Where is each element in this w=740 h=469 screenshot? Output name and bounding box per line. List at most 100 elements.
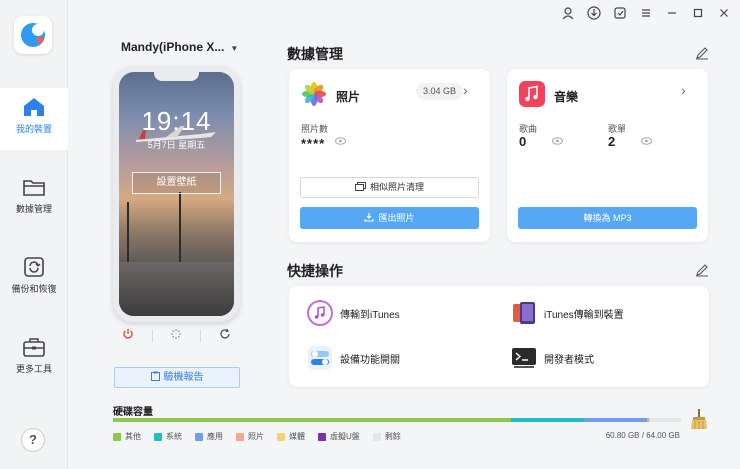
photos-card: 照片 3.04 GB › 照片數 **** 相似照片清理 匯出照片 <box>289 69 490 242</box>
window-controls <box>560 6 732 22</box>
itunes-icon <box>307 300 333 326</box>
similar-photos-button[interactable]: 相似照片清理 <box>300 177 479 198</box>
sidebar-item-data-management[interactable]: 數據管理 <box>0 168 68 230</box>
broom-icon[interactable] <box>689 408 709 430</box>
sidebar: 我的裝置 數據管理 備份和恢復 更多工具 ? <box>0 0 68 469</box>
set-wallpaper-button[interactable]: 設置壁紙 <box>132 172 221 194</box>
legend-item: 照片 <box>236 431 264 442</box>
eye-icon[interactable] <box>335 137 346 145</box>
photos-title: 照片 <box>336 90 361 104</box>
storage-segment <box>510 418 585 422</box>
edit-icon[interactable] <box>695 46 709 60</box>
eye-icon[interactable] <box>552 137 563 145</box>
similar-photos-label: 相似照片清理 <box>369 182 424 192</box>
legend-label: 其他 <box>125 432 141 441</box>
device-selector[interactable]: Mandy(iPhone X... ▼ <box>121 40 238 54</box>
backup-restore-icon <box>24 257 44 277</box>
close-icon[interactable] <box>716 6 732 22</box>
devices-icon <box>513 302 535 324</box>
storage-bar <box>113 418 681 422</box>
sidebar-item-my-device[interactable]: 我的裝置 <box>0 88 68 150</box>
sidebar-item-more-tools[interactable]: 更多工具 <box>0 328 68 390</box>
sidebar-item-label: 我的裝置 <box>15 124 52 134</box>
playlists-value: 2 <box>608 134 616 149</box>
legend-item: 系統 <box>154 431 182 442</box>
loading-icon[interactable] <box>170 328 182 343</box>
storage-used-text: 60.80 GB / 64.00 GB <box>605 431 680 440</box>
quick-developer-mode[interactable]: 開發者模式 <box>511 345 594 371</box>
legend-swatch <box>113 432 121 441</box>
divider <box>200 329 202 342</box>
photos-app-icon <box>301 81 327 107</box>
maximize-icon[interactable] <box>690 6 706 22</box>
account-icon[interactable] <box>560 6 576 22</box>
sidebar-item-label: 更多工具 <box>15 364 52 374</box>
music-app-icon <box>519 81 545 107</box>
folder-icon <box>23 180 45 196</box>
music-card: 音樂 › 歌曲 0 歌單 2 轉換為 MP3 <box>507 69 708 242</box>
quick-item-label: 傳輸到iTunes <box>340 309 400 321</box>
storage-segment <box>113 418 511 422</box>
legend-swatch <box>318 432 326 441</box>
lock-screen: 19:14 5月7日 星期五 設置壁紙 <box>119 72 234 316</box>
legend-item: 其他 <box>113 431 141 442</box>
legend-swatch <box>277 432 285 441</box>
music-title: 音樂 <box>554 90 579 104</box>
device-name-label: Mandy(iPhone X... <box>121 40 225 54</box>
sidebar-item-label: 備份和恢復 <box>11 284 57 294</box>
edit-icon[interactable] <box>695 263 709 277</box>
refresh-icon[interactable] <box>219 328 231 343</box>
export-icon <box>364 213 375 222</box>
download-icon[interactable] <box>586 6 602 22</box>
export-photos-label: 匯出照片 <box>378 213 415 223</box>
quick-item-label: iTunes傳輸到裝置 <box>544 309 624 321</box>
legend-label: 系統 <box>166 432 182 441</box>
photos-count-label: 照片數 <box>301 124 329 134</box>
legend-swatch <box>154 432 162 441</box>
storage-segment <box>584 418 647 422</box>
legend-swatch <box>236 432 244 441</box>
chevron-right-icon[interactable]: › <box>681 82 686 98</box>
clipboard-icon <box>150 371 160 381</box>
legend-swatch <box>372 432 381 441</box>
device-report-label: 驗機報告 <box>163 372 204 383</box>
convert-mp3-button[interactable]: 轉換為 MP3 <box>518 207 697 229</box>
data-management-title: 數據管理 <box>287 46 343 62</box>
legend-swatch <box>195 432 203 441</box>
storage-legend: 其他 系統 應用 照片 媒體 虛擬U盤 剩餘 <box>113 431 401 442</box>
quick-itunes-to-device[interactable]: iTunes傳輸到裝置 <box>511 300 624 326</box>
sidebar-item-backup-restore[interactable]: 備份和恢復 <box>0 248 68 310</box>
app-logo-icon <box>21 23 45 47</box>
menu-icon[interactable] <box>638 6 654 22</box>
minimize-icon[interactable] <box>664 6 680 22</box>
similar-photos-icon <box>354 182 366 191</box>
feedback-icon[interactable] <box>612 6 628 22</box>
legend-label: 剩餘 <box>384 432 401 441</box>
eye-icon[interactable] <box>641 137 652 145</box>
help-button[interactable]: ? <box>21 428 45 452</box>
phone-preview: 19:14 5月7日 星期五 設置壁紙 <box>113 66 240 322</box>
photos-size-badge: 3.04 GB <box>416 83 464 100</box>
quick-transfer-to-itunes[interactable]: 傳輸到iTunes <box>307 300 400 326</box>
chevron-right-icon[interactable]: › <box>463 82 468 98</box>
quick-actions-title: 快捷操作 <box>287 263 343 279</box>
photos-count-value: **** <box>301 136 326 151</box>
lock-screen-time: 19:14 <box>141 106 212 136</box>
legend-item: 剩餘 <box>372 431 401 442</box>
home-icon <box>24 98 44 116</box>
terminal-icon <box>512 348 536 368</box>
sidebar-item-label: 數據管理 <box>15 204 52 214</box>
palm-tree-image <box>179 192 181 272</box>
legend-item: 虛擬U盤 <box>318 431 360 442</box>
quick-item-label: 設備功能開關 <box>340 354 400 366</box>
quick-device-toggles[interactable]: 設備功能開關 <box>307 345 400 371</box>
export-photos-button[interactable]: 匯出照片 <box>300 207 479 229</box>
device-report-button[interactable]: 驗機報告 <box>114 367 240 388</box>
legend-label: 照片 <box>248 432 264 441</box>
power-icon[interactable] <box>122 328 134 343</box>
phone-notch <box>154 72 199 81</box>
lock-screen-date: 5月7日 星期五 <box>147 140 206 150</box>
legend-label: 應用 <box>207 432 223 441</box>
songs-value: 0 <box>519 134 527 149</box>
chevron-down-icon: ▼ <box>230 44 239 53</box>
